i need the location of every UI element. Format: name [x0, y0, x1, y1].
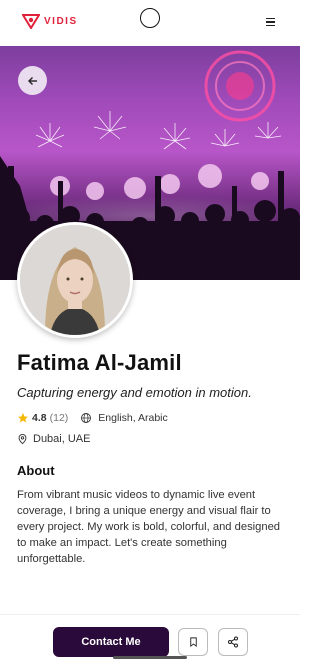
bookmark-button[interactable] — [178, 628, 208, 656]
menu-button[interactable] — [262, 16, 278, 30]
about-heading: About — [17, 463, 55, 478]
location-pin-icon — [18, 433, 27, 445]
star-icon — [18, 413, 28, 423]
location-text: Dubai, UAE — [33, 433, 91, 445]
hamburger-menu-icon — [265, 18, 275, 20]
arrow-left-icon — [27, 76, 37, 85]
logo-text: VIDIS — [44, 15, 78, 27]
profile-name: Fatima Al-Jamil — [17, 350, 182, 375]
back-button[interactable] — [18, 66, 47, 95]
home-indicator — [113, 656, 187, 659]
camera-cutout — [140, 8, 160, 28]
globe-icon — [81, 413, 92, 423]
about-text: From vibrant music videos to dynamic liv… — [17, 489, 281, 565]
review-count: (12) — [49, 412, 69, 424]
rating-value: 4.8 — [32, 412, 47, 424]
bottom-action-bar: Contact Me — [0, 614, 300, 667]
profile-tagline: Capturing energy and emotion in motion. — [17, 385, 252, 400]
contact-me-button[interactable]: Contact Me — [53, 627, 169, 657]
profile-avatar — [17, 222, 133, 338]
languages: English, Arabic — [98, 412, 168, 424]
share-icon — [228, 636, 238, 648]
avatar-portrait — [20, 225, 130, 335]
app-logo[interactable]: VIDIS — [22, 13, 78, 29]
top-bar: VIDIS — [0, 0, 300, 46]
bookmark-icon — [189, 637, 197, 648]
share-button[interactable] — [218, 628, 248, 656]
location-row: Dubai, UAE — [17, 433, 90, 445]
rating-language-row: 4.8 (12) English, Arabic — [17, 412, 168, 424]
vidis-logo-icon — [22, 14, 40, 29]
